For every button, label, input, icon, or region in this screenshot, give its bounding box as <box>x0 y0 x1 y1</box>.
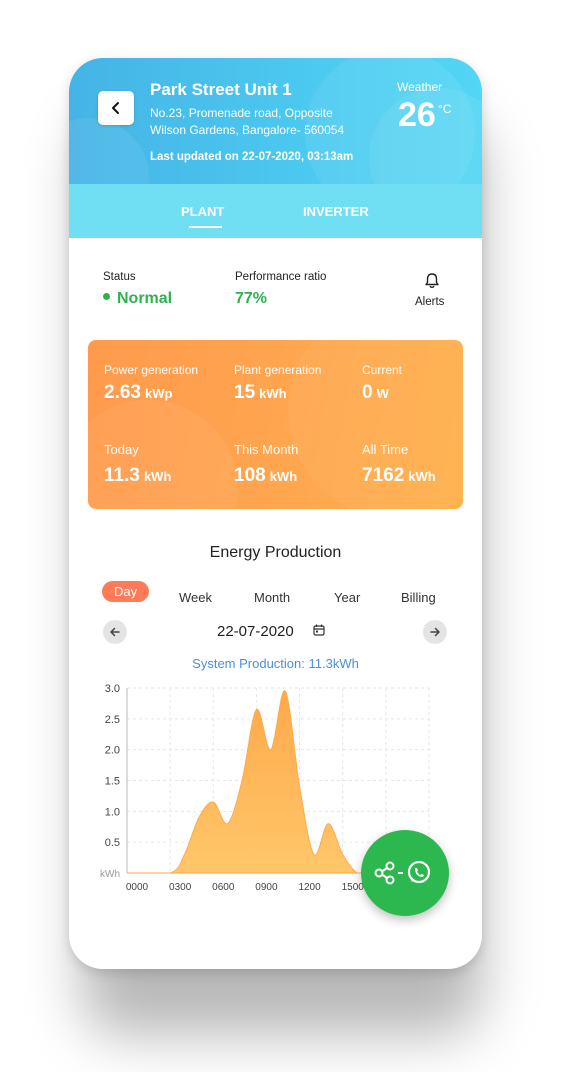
chart-y-tick-label: 3.0 <box>105 683 120 695</box>
site-address: No.23, Promenade road, Opposite Wilson G… <box>150 106 345 137</box>
period-week[interactable]: Week <box>179 590 212 605</box>
tab-bar: PLANT INVERTER <box>69 184 482 238</box>
performance-label: Performance ratio <box>235 271 327 283</box>
next-date-button[interactable] <box>423 620 447 644</box>
weather-label: Weather <box>397 80 443 94</box>
chart-x-tick-label: 0600 <box>212 882 235 893</box>
bell-icon <box>425 273 439 289</box>
chart-y-tick-label: 1.0 <box>105 806 120 818</box>
header: Park Street Unit 1 No.23, Promenade road… <box>69 58 482 184</box>
phone-screen: Park Street Unit 1 No.23, Promenade road… <box>69 58 482 969</box>
chart-x-tick-label: 0300 <box>169 882 192 893</box>
stat-label: Current <box>362 363 403 377</box>
tab-inverter[interactable]: INVERTER <box>303 204 369 219</box>
chart-y-unit-label: kWh <box>100 869 120 880</box>
stat-value: 11.3 kWh <box>104 465 172 486</box>
period-day[interactable]: Day <box>102 581 150 602</box>
selected-date: 22-07-2020 <box>217 623 294 640</box>
period-billing[interactable]: Billing <box>401 590 436 605</box>
stat-value: 7162 kWh <box>362 465 436 486</box>
status-dot <box>103 293 110 301</box>
chart-y-tick-label: 1.5 <box>105 776 120 788</box>
period-month[interactable]: Month <box>254 590 290 605</box>
calendar-button[interactable] <box>312 623 328 639</box>
stat-label: Today <box>104 442 139 457</box>
stat-label: All Time <box>362 442 409 457</box>
arrow-left-icon <box>110 627 120 637</box>
stats-card: Power generation 2.63 kWp Plant generatio… <box>88 340 463 509</box>
chart-x-tick-label: 1500 <box>342 882 365 893</box>
chevron-left-icon <box>112 102 119 114</box>
site-name: Park Street Unit 1 <box>150 80 292 99</box>
stat-label: Power generation <box>104 363 199 377</box>
chart-x-tick-label: 0000 <box>126 882 149 893</box>
status-label: Status <box>103 271 136 283</box>
chart-y-tick-label: 2.5 <box>105 714 120 726</box>
temperature-unit: °C <box>438 102 452 116</box>
stat-value: 0W <box>362 382 389 403</box>
chart-y-tick-label: 2.0 <box>105 745 120 757</box>
calendar-icon <box>313 624 325 636</box>
back-button[interactable] <box>98 91 134 125</box>
stat-value: 15 kWh <box>234 382 287 403</box>
share-whatsapp-button[interactable] <box>361 830 449 916</box>
previous-date-button[interactable] <box>103 620 127 644</box>
performance-value: 77% <box>235 290 268 307</box>
alerts-button[interactable]: Alerts <box>415 272 449 312</box>
chart-area-series <box>127 690 372 874</box>
chart-x-tick-label: 0900 <box>255 882 278 893</box>
stat-label: Plant generation <box>234 363 322 377</box>
chart-y-tick-label: 0.5 <box>105 837 120 849</box>
share-whatsapp-icon <box>374 860 431 885</box>
chart-x-tick-label: 1200 <box>298 882 321 893</box>
period-year[interactable]: Year <box>334 590 360 605</box>
temperature-value: 26 <box>398 96 436 134</box>
stat-value: 108 kWh <box>234 465 298 486</box>
tab-plant[interactable]: PLANT <box>181 204 224 219</box>
stat-value: 2.63 kWp <box>104 382 173 403</box>
energy-production-title: Energy Production <box>209 544 342 561</box>
last-updated: Last updated on 22-07-2020, 03:13am <box>150 151 354 163</box>
status-value: Normal <box>103 290 172 308</box>
arrow-right-icon <box>430 627 440 637</box>
alerts-label: Alerts <box>415 296 445 308</box>
stat-label: This Month <box>234 442 299 457</box>
active-tab-indicator <box>189 226 222 228</box>
